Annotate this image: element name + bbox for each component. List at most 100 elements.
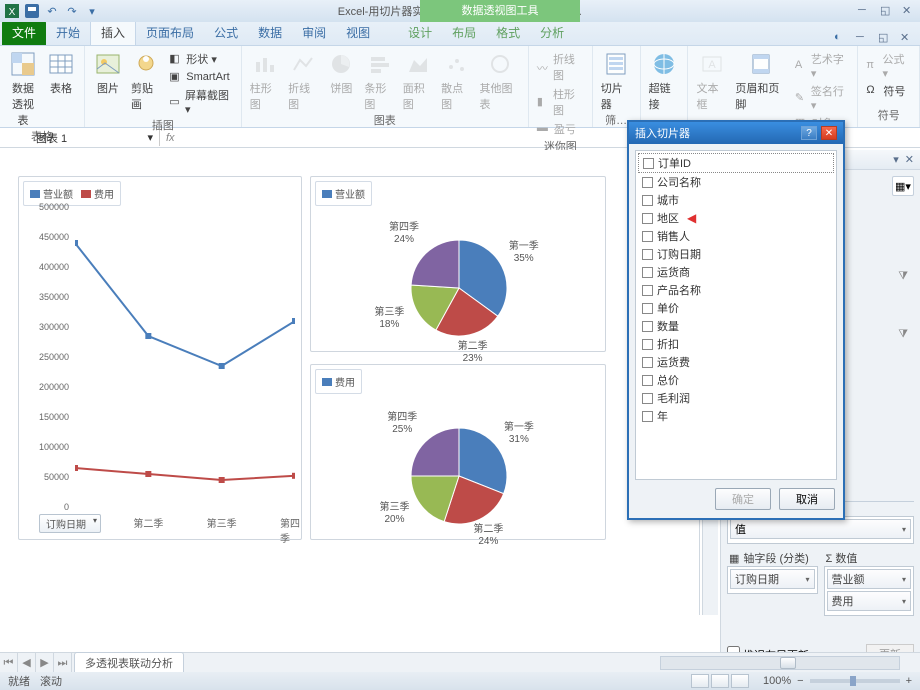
headerfooter-button[interactable]: 页眉和页脚 bbox=[733, 48, 788, 112]
tab-analyze[interactable]: 分析 bbox=[530, 20, 574, 45]
tab-layout[interactable]: 布局 bbox=[442, 20, 486, 45]
chart-line[interactable]: 营业额 费用 050000100000150000200000250000300… bbox=[18, 176, 302, 540]
dialog-field-row[interactable]: 销售人 bbox=[638, 227, 834, 245]
namebox-dropdown-icon[interactable]: ▾ bbox=[147, 131, 153, 144]
textbox-button[interactable]: A文本框 bbox=[694, 48, 729, 112]
tab-pagelayout[interactable]: 页面布局 bbox=[136, 20, 204, 45]
tab-formulas[interactable]: 公式 bbox=[204, 20, 248, 45]
close-window-icon[interactable]: ✕ bbox=[902, 4, 916, 18]
view-pagelayout[interactable] bbox=[711, 674, 729, 688]
tab-format[interactable]: 格式 bbox=[486, 20, 530, 45]
dialog-field-row[interactable]: 订购日期 bbox=[638, 245, 834, 263]
clipart-button[interactable]: 剪贴画 bbox=[129, 48, 163, 112]
slicer-button[interactable]: 切片器 bbox=[599, 48, 634, 112]
dialog-field-row[interactable]: 数量 bbox=[638, 317, 834, 335]
checkbox-icon[interactable] bbox=[642, 213, 653, 224]
chart-pie-revenue[interactable]: 营业额 第一季35%第二季23%第三季18%第四季24% bbox=[310, 176, 606, 352]
symbol-button[interactable]: Ω符号 bbox=[864, 82, 913, 100]
tab-home[interactable]: 开始 bbox=[46, 20, 90, 45]
values-field-zone[interactable]: 营业额 费用 bbox=[824, 566, 915, 616]
fx-icon[interactable]: fx bbox=[166, 132, 175, 144]
dialog-field-row[interactable]: 运货商 bbox=[638, 263, 834, 281]
axis-field-zone[interactable]: 订购日期 bbox=[727, 566, 818, 594]
dialog-field-row[interactable]: 地区◀ bbox=[638, 209, 834, 227]
dialog-field-list[interactable]: 订单ID公司名称城市地区◀销售人订购日期运货商产品名称单价数量折扣运货费总价毛利… bbox=[635, 150, 837, 480]
checkbox-icon[interactable] bbox=[642, 321, 653, 332]
screenshot-button[interactable]: ▭屏幕截图 ▾ bbox=[167, 86, 234, 117]
dialog-close-icon[interactable]: ✕ bbox=[821, 126, 837, 140]
dialog-titlebar[interactable]: 插入切片器 ? ✕ bbox=[629, 122, 843, 144]
tab-view[interactable]: 视图 bbox=[336, 20, 380, 45]
checkbox-icon[interactable] bbox=[642, 249, 653, 260]
chart-pie-expense[interactable]: 费用 第一季31%第二季24%第三季20%第四季25% bbox=[310, 364, 606, 540]
dialog-field-row[interactable]: 折扣 bbox=[638, 335, 834, 353]
pie-chart-button[interactable]: 饼图 bbox=[324, 48, 358, 96]
wb-minimize-icon[interactable]: ─ bbox=[856, 31, 870, 45]
line-chart-button[interactable]: 折线图 bbox=[286, 48, 320, 112]
tab-data[interactable]: 数据 bbox=[248, 20, 292, 45]
sheet-tab[interactable]: 多透视表联动分析 bbox=[74, 652, 184, 673]
undo-icon[interactable]: ↶ bbox=[44, 3, 60, 19]
tab-design[interactable]: 设计 bbox=[398, 20, 442, 45]
dialog-field-row[interactable]: 订单ID bbox=[638, 153, 834, 173]
sparkline-column-button[interactable]: ▮柱形图 bbox=[535, 85, 586, 119]
checkbox-icon[interactable] bbox=[642, 393, 653, 404]
sheet-nav-next[interactable]: ▶ bbox=[36, 653, 54, 672]
column-field-zone[interactable]: 值 bbox=[727, 516, 914, 544]
pivottable-button[interactable]: 数据 透视表 bbox=[6, 48, 40, 128]
zoom-slider[interactable] bbox=[810, 679, 900, 683]
checkbox-icon[interactable] bbox=[642, 357, 653, 368]
zoom-value[interactable]: 100% bbox=[763, 675, 791, 687]
redo-icon[interactable]: ↷ bbox=[64, 3, 80, 19]
tab-insert[interactable]: 插入 bbox=[90, 19, 136, 45]
minimize-icon[interactable]: ─ bbox=[858, 4, 872, 18]
checkbox-icon[interactable] bbox=[642, 267, 653, 278]
checkbox-icon[interactable] bbox=[642, 285, 653, 296]
other-chart-button[interactable]: 其他图表 bbox=[477, 48, 521, 112]
sheet-nav-prev[interactable]: ◀ bbox=[18, 653, 36, 672]
zoom-in-icon[interactable]: + bbox=[906, 675, 912, 687]
dialog-field-row[interactable]: 城市 bbox=[638, 191, 834, 209]
dialog-field-row[interactable]: 公司名称 bbox=[638, 173, 834, 191]
zoom-out-icon[interactable]: − bbox=[797, 675, 803, 687]
dialog-help-icon[interactable]: ? bbox=[801, 126, 817, 140]
save-icon[interactable] bbox=[24, 3, 40, 19]
restore-icon[interactable]: ◱ bbox=[880, 4, 894, 18]
dialog-field-row[interactable]: 总价 bbox=[638, 371, 834, 389]
checkbox-icon[interactable] bbox=[642, 303, 653, 314]
dialog-field-row[interactable]: 产品名称 bbox=[638, 281, 834, 299]
name-box[interactable]: 图表 1▾ bbox=[30, 130, 160, 146]
file-tab[interactable]: 文件 bbox=[2, 20, 46, 45]
wb-restore-icon[interactable]: ◱ bbox=[878, 31, 892, 45]
view-pagebreak[interactable] bbox=[731, 674, 749, 688]
area-chart-button[interactable]: 面积图 bbox=[401, 48, 435, 112]
checkbox-icon[interactable] bbox=[642, 411, 653, 422]
values-field-item-1[interactable]: 营业额 bbox=[827, 569, 912, 589]
help-icon[interactable]: ◐ bbox=[834, 31, 848, 45]
dialog-field-row[interactable]: 单价 bbox=[638, 299, 834, 317]
checkbox-icon[interactable] bbox=[642, 375, 653, 386]
shapes-button[interactable]: ◧形状 ▾ bbox=[167, 50, 234, 68]
dialog-ok-button[interactable]: 确定 bbox=[715, 488, 771, 510]
qat-more-icon[interactable]: ▾ bbox=[84, 3, 100, 19]
taskpane-layout-icon[interactable]: ▦▾ bbox=[892, 176, 914, 196]
equation-button[interactable]: π公式 ▾ bbox=[864, 50, 913, 81]
sheet-nav-first[interactable]: ⏮ bbox=[0, 653, 18, 672]
bar-chart-button[interactable]: 条形图 bbox=[362, 48, 396, 112]
dialog-field-row[interactable]: 年 bbox=[638, 407, 834, 425]
checkbox-icon[interactable] bbox=[642, 339, 653, 350]
column-field-item[interactable]: 值 bbox=[730, 519, 911, 539]
scatter-chart-button[interactable]: 散点图 bbox=[439, 48, 473, 112]
signature-button[interactable]: ✎签名行 ▾ bbox=[793, 82, 852, 113]
wb-close-icon[interactable]: ✕ bbox=[900, 31, 914, 45]
wordart-button[interactable]: A艺术字 ▾ bbox=[793, 50, 852, 81]
column-chart-button[interactable]: 柱形图 bbox=[248, 48, 282, 112]
view-normal[interactable] bbox=[691, 674, 709, 688]
picture-button[interactable]: 图片 bbox=[91, 48, 125, 96]
checkbox-icon[interactable] bbox=[642, 231, 653, 242]
dialog-field-row[interactable]: 运货费 bbox=[638, 353, 834, 371]
checkbox-icon[interactable] bbox=[642, 177, 653, 188]
smartart-button[interactable]: ▣SmartArt bbox=[167, 69, 234, 85]
tab-review[interactable]: 审阅 bbox=[292, 20, 336, 45]
taskpane-dropdown-icon[interactable]: ▾ bbox=[893, 153, 899, 166]
